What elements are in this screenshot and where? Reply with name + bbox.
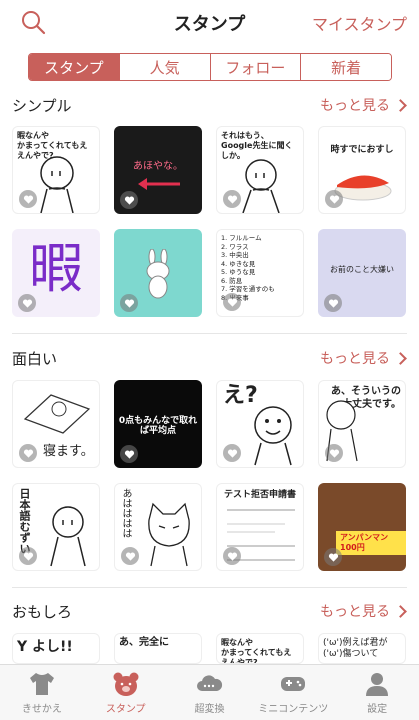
stamp-caption: 暇 — [29, 237, 83, 300]
stamp-tile[interactable]: それはもう、 Google先生に聞くしか。 — [216, 126, 304, 214]
heart-icon[interactable] — [325, 444, 343, 462]
more-label: もっと見る — [320, 604, 390, 620]
stamp-tile[interactable]: お前のこと大嫌い — [318, 229, 406, 317]
more-label: もっと見る — [320, 98, 390, 114]
heart-icon[interactable] — [120, 191, 138, 209]
gamepad-icon — [281, 676, 306, 691]
section-divider — [12, 333, 407, 334]
tab-settings[interactable]: 設定 — [335, 665, 419, 720]
stamp-tile[interactable]: 暇 — [12, 229, 100, 317]
stamp-caption: 0点もみんなで取れば平均点 — [118, 416, 198, 436]
shirt-icon — [29, 672, 54, 695]
chevron-right-icon — [394, 351, 407, 365]
heart-icon[interactable] — [223, 547, 241, 565]
stamp-tile[interactable]: 寝ます。 — [12, 380, 100, 468]
stamp-tile[interactable]: 暇なんや かまってくれてもええんやで? — [216, 633, 304, 664]
tab-kisekae[interactable]: きせかえ — [0, 665, 84, 720]
stamp-tile[interactable]: あ、完全に — [114, 633, 202, 664]
more-link-omoshiro[interactable]: もっと見る — [320, 601, 407, 621]
stamp-tile[interactable]: 0点もみんなで取れば平均点 — [114, 380, 202, 468]
tab-label: スタンプ — [105, 703, 146, 715]
stamp-caption: あはははは — [120, 488, 131, 538]
heart-icon[interactable] — [120, 294, 138, 312]
heart-icon[interactable] — [324, 548, 342, 566]
stamp-caption: 寝ます。 — [43, 444, 94, 459]
heart-icon[interactable] — [223, 293, 241, 311]
heart-icon[interactable] — [223, 190, 241, 208]
stamp-caption: テスト拒否申請書 — [223, 490, 296, 500]
tab-popular[interactable]: 人気 — [118, 54, 210, 80]
stamp-tile[interactable]: ('ω')例えば君が ('ω')傷ついて — [318, 633, 406, 664]
stamp-caption: お前のこと大嫌い — [330, 265, 394, 274]
more-label: もっと見る — [320, 351, 390, 367]
stamp-caption: 1. フルルーム 2. ワラス 3. 中央出 4. ゆきな見 5. ゆうな見 6… — [221, 234, 275, 302]
my-stamp-link[interactable]: マイスタンプ — [312, 11, 407, 35]
person-icon — [366, 672, 389, 696]
stamp-tile[interactable]: 日本語むずい — [12, 483, 100, 571]
section-title-funny: 面白い — [12, 350, 58, 368]
stamp-caption: 日本語むずい — [18, 488, 31, 554]
heart-icon[interactable] — [19, 547, 37, 565]
heart-icon[interactable] — [223, 444, 241, 462]
tab-henkan[interactable]: 超変換 — [168, 665, 252, 720]
tab-new[interactable]: 新着 — [300, 54, 391, 80]
more-link-simple[interactable]: もっと見る — [320, 95, 407, 115]
stamp-caption: あ、完全に — [119, 637, 169, 648]
stamp-tile[interactable]: あ、そういうの 大丈夫です。 — [318, 380, 406, 468]
bottom-tab-bar: きせかえ スタンプ 超変換 ミニコンテンツ 設定 — [0, 664, 419, 720]
header: スタンプ マイスタンプ — [0, 0, 419, 44]
stamp-caption: 時すでにおすし — [330, 145, 394, 155]
heart-icon[interactable] — [120, 445, 138, 463]
chevron-right-icon — [394, 98, 407, 112]
section-divider — [12, 587, 407, 588]
section-title-simple: シンプル — [12, 97, 72, 115]
heart-icon[interactable] — [19, 190, 37, 208]
stamp-tile[interactable]: Y よし!! — [12, 633, 100, 664]
heart-icon[interactable] — [121, 547, 139, 565]
cloud-icon — [197, 674, 223, 691]
stamp-caption: ('ω')例えば君が ('ω')傷ついて — [323, 638, 388, 659]
stamp-tile[interactable]: あほやな。 — [114, 126, 202, 214]
tab-stamp-nav[interactable]: スタンプ — [84, 665, 168, 720]
tab-stamp[interactable]: スタンプ — [29, 54, 119, 80]
tab-label: ミニコンテンツ — [258, 703, 329, 715]
stamp-caption: 暇なんや かまってくれてもええんやで? — [221, 638, 292, 664]
chevron-right-icon — [394, 604, 407, 618]
heart-icon[interactable] — [18, 294, 36, 312]
bear-icon — [113, 672, 139, 696]
stamp-caption: Y よし!! — [17, 639, 73, 655]
stamp-tile[interactable] — [114, 229, 202, 317]
stamp-tile[interactable]: テスト拒否申請書 — [216, 483, 304, 571]
heart-icon[interactable] — [324, 294, 342, 312]
stamp-tile[interactable]: 暇なんや かまってくれてもええんやで? — [12, 126, 100, 214]
heart-icon[interactable] — [19, 444, 37, 462]
tab-mini-contents[interactable]: ミニコンテンツ — [251, 665, 335, 720]
stamp-caption: あほやな。 — [133, 161, 183, 172]
heart-icon[interactable] — [325, 190, 343, 208]
stamp-caption: アンパンマン 100円 — [336, 531, 406, 555]
tab-follow[interactable]: フォロー — [209, 54, 301, 80]
stamp-tile[interactable]: え? — [216, 380, 304, 468]
segment-control: スタンプ 人気 フォロー 新着 — [28, 53, 392, 81]
stamp-tile[interactable]: 時すでにおすし — [318, 126, 406, 214]
tab-label: 超変換 — [194, 703, 225, 715]
tab-label: 設定 — [367, 703, 388, 715]
stamp-tile[interactable]: アンパンマン 100円 — [318, 483, 406, 571]
more-link-funny[interactable]: もっと見る — [320, 348, 407, 368]
stamp-tile[interactable]: 1. フルルーム 2. ワラス 3. 中央出 4. ゆきな見 5. ゆうな見 6… — [216, 229, 304, 317]
section-title-omoshiro: おもしろ — [12, 603, 73, 621]
tab-label: きせかえ — [21, 703, 62, 715]
stamp-tile[interactable]: あはははは — [114, 483, 202, 571]
